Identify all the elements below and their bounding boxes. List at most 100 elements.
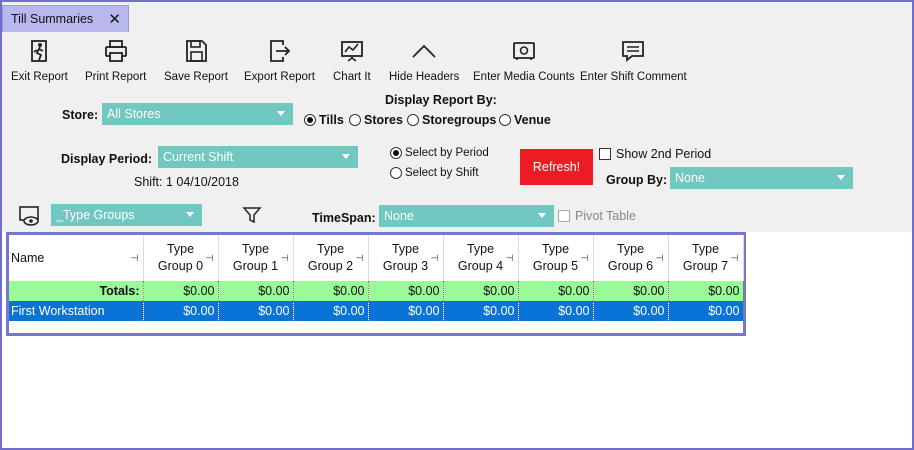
checkbox-box [558, 210, 570, 222]
report-header-panel: Exit Report Print Report Save Report Exp… [2, 32, 912, 232]
report-table: Name ⊣ Type Group 0 ⊣ Type Group 1 ⊣ Typ… [9, 235, 744, 321]
pin-icon[interactable]: ⊣ [731, 250, 739, 267]
radio-tills[interactable]: Tills [304, 113, 344, 127]
comment-icon [622, 41, 645, 62]
chevron-down-icon [186, 212, 194, 217]
exit-report-button[interactable]: Exit Report [11, 38, 68, 88]
display-period-value: Current Shift [163, 150, 234, 164]
radio-select-by-period[interactable]: Select by Period [390, 147, 489, 159]
group-by-label: Group By: [606, 173, 668, 187]
chart-it-button[interactable]: Chart It [333, 38, 371, 88]
radio-indicator [390, 147, 402, 159]
pin-icon[interactable]: ⊣ [131, 250, 139, 267]
chevron-down-icon [342, 154, 350, 159]
type-groups-dropdown[interactable]: _Type Groups [51, 204, 202, 226]
column-header-type-group-4[interactable]: Type Group 4 ⊣ [443, 235, 519, 281]
group-by-value: None [675, 171, 705, 185]
report-grid: Name ⊣ Type Group 0 ⊣ Type Group 1 ⊣ Typ… [6, 232, 746, 336]
enter-media-counts-button[interactable]: Enter Media Counts [473, 38, 575, 88]
total-cell: $0.00 [293, 281, 369, 301]
row-name-cell[interactable]: First Workstation [9, 301, 144, 321]
store-dropdown[interactable]: All Stores [102, 103, 293, 125]
chevron-down-icon [837, 175, 845, 180]
export-icon [270, 40, 291, 62]
pin-icon[interactable]: ⊣ [206, 250, 214, 267]
store-label: Store: [62, 108, 99, 122]
exit-icon [31, 40, 48, 62]
pin-icon[interactable]: ⊣ [431, 250, 439, 267]
total-cell: $0.00 [218, 281, 294, 301]
radio-stores[interactable]: Stores [349, 113, 403, 127]
print-report-button[interactable]: Print Report [85, 38, 146, 88]
safe-icon [512, 42, 535, 60]
column-header-type-group-2[interactable]: Type Group 2 ⊣ [293, 235, 369, 281]
save-icon [186, 40, 207, 62]
export-report-button[interactable]: Export Report [244, 38, 315, 88]
column-header-type-group-7[interactable]: Type Group 7 ⊣ [668, 235, 744, 281]
store-value: All Stores [107, 107, 161, 121]
total-cell: $0.00 [668, 281, 744, 301]
total-cell: $0.00 [518, 281, 594, 301]
column-header-type-group-6[interactable]: Type Group 6 ⊣ [593, 235, 669, 281]
table-cell[interactable]: $0.00 [293, 301, 369, 321]
table-row[interactable]: First Workstation $0.00 $0.00 $0.00 $0.0… [9, 301, 744, 321]
totals-label: Totals: [9, 281, 144, 301]
column-header-type-group-1[interactable]: Type Group 1 ⊣ [218, 235, 294, 281]
display-period-dropdown[interactable]: Current Shift [158, 146, 358, 168]
total-cell: $0.00 [143, 281, 219, 301]
column-header-type-group-5[interactable]: Type Group 5 ⊣ [518, 235, 594, 281]
pin-icon[interactable]: ⊣ [506, 250, 514, 267]
chevron-down-icon [277, 111, 285, 116]
totals-row: Totals: $0.00 $0.00 $0.00 $0.00 $0.00 $0… [9, 281, 744, 301]
table-cell[interactable]: $0.00 [518, 301, 594, 321]
pivot-table-checkbox[interactable]: Pivot Table [558, 209, 636, 223]
column-header-type-group-0[interactable]: Type Group 0 ⊣ [143, 235, 219, 281]
grid-header-row: Name ⊣ Type Group 0 ⊣ Type Group 1 ⊣ Typ… [9, 235, 744, 281]
radio-venue[interactable]: Venue [499, 113, 551, 127]
pin-icon[interactable]: ⊣ [656, 250, 664, 267]
table-cell[interactable]: $0.00 [668, 301, 744, 321]
radio-indicator [407, 114, 419, 126]
timespan-dropdown[interactable]: None [379, 205, 554, 227]
tab-bar: Till Summaries ✕ [2, 2, 912, 32]
radio-indicator [349, 114, 361, 126]
radio-indicator [499, 114, 511, 126]
tab-till-summaries[interactable]: Till Summaries ✕ [2, 5, 129, 32]
pin-icon[interactable]: ⊣ [356, 250, 364, 267]
chevron-down-icon [538, 213, 546, 218]
type-groups-value: _Type Groups [56, 208, 135, 222]
view-icon[interactable] [18, 205, 42, 227]
total-cell: $0.00 [443, 281, 519, 301]
table-cell[interactable]: $0.00 [143, 301, 219, 321]
radio-indicator [304, 114, 316, 126]
checkbox-box [599, 148, 611, 160]
pin-icon[interactable]: ⊣ [581, 250, 589, 267]
table-cell[interactable]: $0.00 [593, 301, 669, 321]
radio-select-by-shift[interactable]: Select by Shift [390, 167, 479, 179]
table-cell[interactable]: $0.00 [443, 301, 519, 321]
pin-icon[interactable]: ⊣ [281, 250, 289, 267]
tab-title: Till Summaries [11, 12, 94, 26]
chart-icon [340, 41, 363, 62]
close-icon[interactable]: ✕ [108, 10, 121, 28]
filter-icon[interactable] [242, 205, 262, 225]
total-cell: $0.00 [368, 281, 444, 301]
printer-icon [104, 40, 127, 62]
timespan-label: TimeSpan: [312, 211, 376, 225]
column-header-name[interactable]: Name ⊣ [9, 235, 144, 281]
shift-info: Shift: 1 04/10/2018 [134, 175, 239, 189]
report-window: Till Summaries ✕ Exit Report Print Repor… [0, 0, 914, 450]
show-2nd-period-checkbox[interactable]: Show 2nd Period [599, 147, 711, 161]
refresh-button[interactable]: Refresh! [520, 149, 593, 185]
save-report-button[interactable]: Save Report [164, 38, 228, 88]
hide-headers-button[interactable]: Hide Headers [389, 38, 459, 88]
table-cell[interactable]: $0.00 [218, 301, 294, 321]
chevron-up-icon [412, 44, 436, 58]
column-header-type-group-3[interactable]: Type Group 3 ⊣ [368, 235, 444, 281]
group-by-dropdown[interactable]: None [670, 167, 853, 189]
enter-shift-comment-button[interactable]: Enter Shift Comment [580, 38, 687, 88]
total-cell: $0.00 [593, 281, 669, 301]
radio-storegroups[interactable]: Storegroups [407, 113, 496, 127]
display-report-by-label: Display Report By: [385, 93, 497, 107]
table-cell[interactable]: $0.00 [368, 301, 444, 321]
